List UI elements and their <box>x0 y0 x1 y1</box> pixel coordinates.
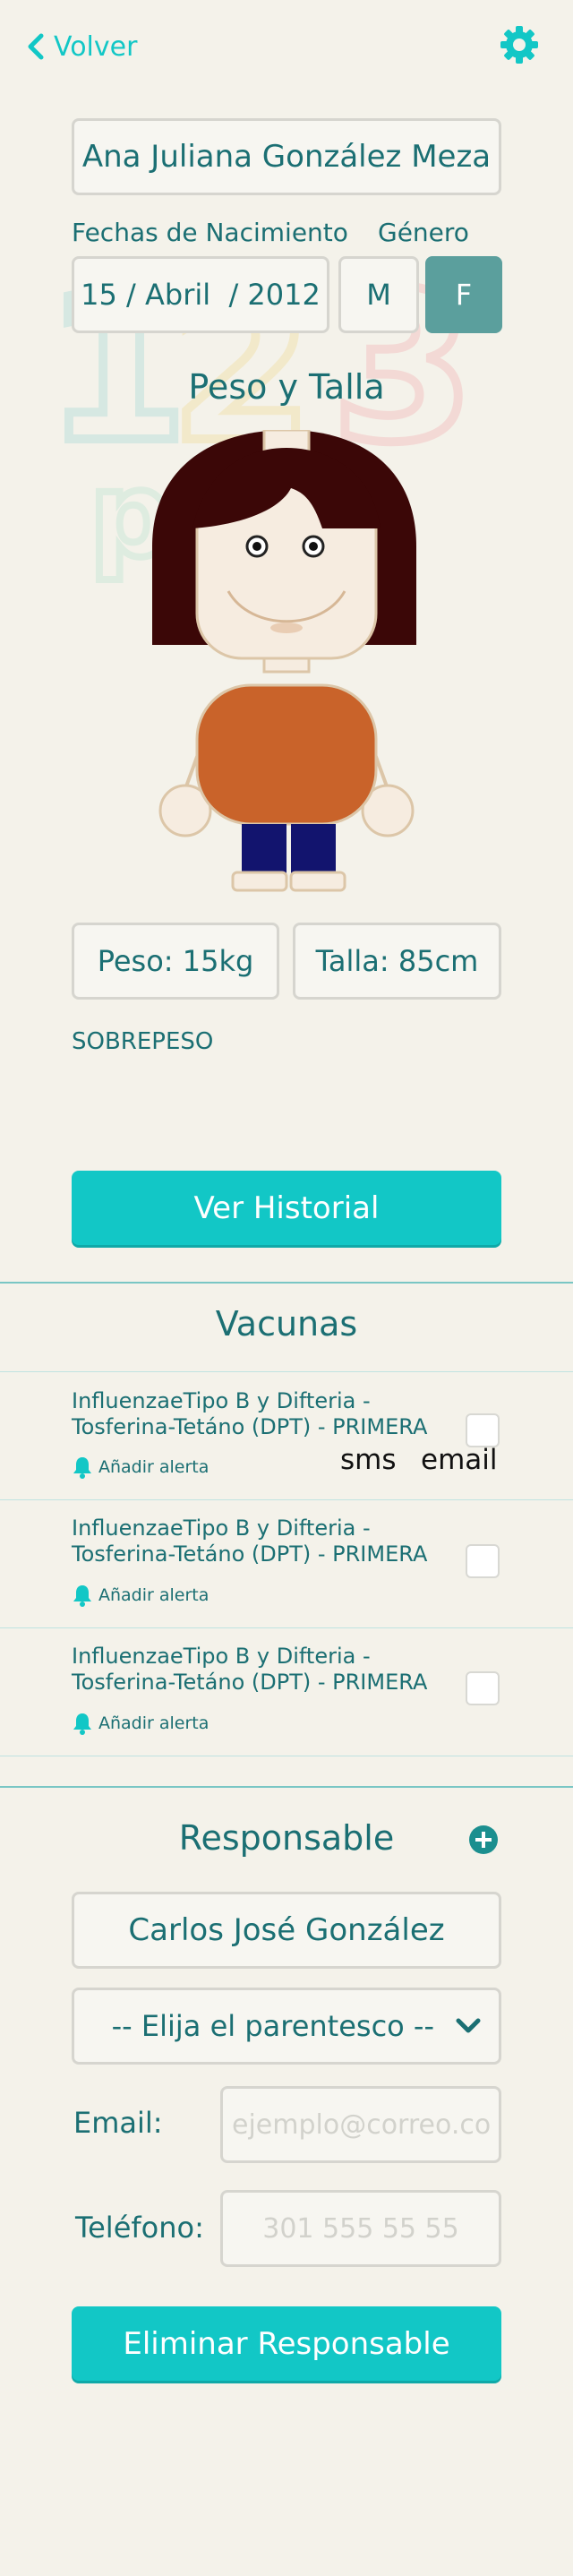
vaccine-checkbox[interactable] <box>466 1671 500 1705</box>
plus-circle-icon <box>469 1825 498 1854</box>
birth-date-field[interactable]: 15 / Abril / 2012 <box>72 256 329 333</box>
add-guardian-button[interactable] <box>468 1825 499 1855</box>
add-alert-label: Añadir alerta <box>98 1713 210 1733</box>
height-field[interactable]: Talla: 85cm <box>293 923 501 1000</box>
back-button[interactable]: Volver <box>27 27 137 66</box>
chevron-left-icon <box>28 33 44 60</box>
divider <box>0 1627 573 1628</box>
settings-button[interactable] <box>497 22 542 67</box>
vaccine-item: InfluenzaeTipo B y Difteria - Tosferina-… <box>72 1388 466 1440</box>
vaccine-name-line1: InfluenzaeTipo B y Difteria - <box>72 1388 371 1413</box>
weight-field[interactable]: Peso: 15kg <box>72 923 279 1000</box>
divider <box>0 1371 573 1372</box>
body-section-title: Peso y Talla <box>188 367 385 407</box>
vaccine-name-line2: Tosferina-Tetáno (DPT) - PRIMERA <box>72 1670 428 1695</box>
divider <box>0 1499 573 1500</box>
gender-label: Género <box>378 218 469 247</box>
divider <box>0 1282 573 1284</box>
phone-placeholder: 301 555 55 55 <box>262 2212 459 2245</box>
add-alert-label: Añadir alerta <box>98 1585 210 1605</box>
vaccine-item: InfluenzaeTipo B y Difteria - Tosferina-… <box>72 1644 466 1696</box>
gender-m-button[interactable]: M <box>338 256 419 333</box>
vaccine-name-line2: Tosferina-Tetáno (DPT) - PRIMERA <box>72 1541 428 1567</box>
chevron-down-icon <box>456 2018 481 2033</box>
email-column-label: email <box>421 1444 498 1476</box>
vaccine-checkbox[interactable] <box>466 1544 500 1578</box>
vaccine-item: InfluenzaeTipo B y Difteria - Tosferina-… <box>72 1516 466 1567</box>
gender-m-label: M <box>366 278 391 312</box>
guardian-name-field[interactable]: Carlos José González <box>72 1892 501 1969</box>
email-placeholder: ejemplo@correo.co <box>232 2108 492 2141</box>
bell-icon <box>73 1585 91 1607</box>
add-alert-label: Añadir alerta <box>98 1457 210 1477</box>
guardian-name-value: Carlos José González <box>128 1912 445 1948</box>
delete-guardian-button[interactable]: Eliminar Responsable <box>72 2306 501 2381</box>
email-field[interactable]: ejemplo@correo.co <box>220 2086 501 2163</box>
gear-icon <box>500 26 538 64</box>
vaccine-name-line1: InfluenzaeTipo B y Difteria - <box>72 1644 371 1669</box>
gender-f-button[interactable]: F <box>425 256 502 333</box>
child-avatar <box>152 430 416 892</box>
add-alert-link[interactable]: Añadir alerta <box>72 1455 209 1479</box>
birth-date-value: 15 / Abril / 2012 <box>81 278 321 312</box>
gender-f-label: F <box>455 278 473 312</box>
back-label: Volver <box>54 30 138 63</box>
birth-date-label: Fechas de Nacimiento <box>72 218 348 247</box>
email-label: Email: <box>73 2106 163 2140</box>
relationship-select[interactable]: -- Elija el parentesco -- <box>72 1988 501 2065</box>
height-value: Talla: 85cm <box>315 944 479 978</box>
add-alert-link[interactable]: Añadir alerta <box>72 1712 209 1735</box>
view-history-label: Ver Historial <box>193 1189 380 1226</box>
relationship-select-value: -- Elija el parentesco -- <box>111 2009 434 2043</box>
bell-icon <box>73 1713 91 1735</box>
divider <box>0 1786 573 1788</box>
bell-icon <box>73 1457 91 1479</box>
vaccines-title: Vacunas <box>215 1304 358 1344</box>
view-history-button[interactable]: Ver Historial <box>72 1171 501 1245</box>
phone-label: Teléfono: <box>75 2211 204 2245</box>
vaccine-checkbox[interactable] <box>466 1413 500 1447</box>
delete-guardian-label: Eliminar Responsable <box>123 2325 450 2362</box>
vaccine-name-line2: Tosferina-Tetáno (DPT) - PRIMERA <box>72 1414 428 1439</box>
name-field[interactable]: Ana Juliana González Meza <box>72 118 501 195</box>
phone-field[interactable]: 301 555 55 55 <box>220 2190 501 2267</box>
weight-status: SOBREPESO <box>72 1028 214 1055</box>
sms-column-label: sms <box>340 1444 397 1476</box>
weight-value: Peso: 15kg <box>97 944 254 978</box>
add-alert-link[interactable]: Añadir alerta <box>72 1584 209 1607</box>
vaccine-name-line1: InfluenzaeTipo B y Difteria - <box>72 1516 371 1541</box>
name-value: Ana Juliana González Meza <box>81 139 492 175</box>
